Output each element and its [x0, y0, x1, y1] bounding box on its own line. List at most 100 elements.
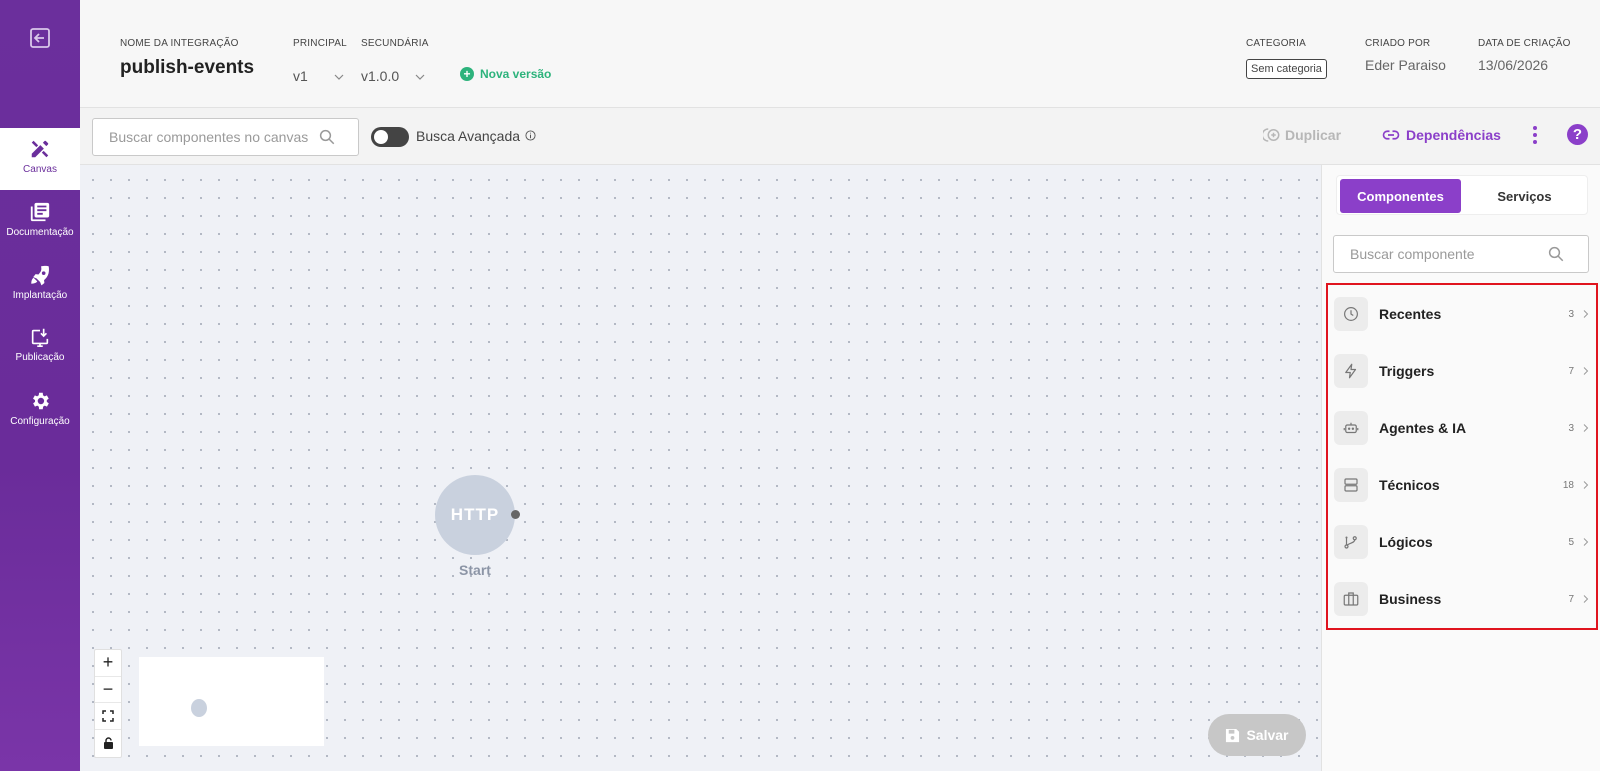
tab-componentes[interactable]: Componentes [1340, 179, 1461, 213]
git-branch-icon [1344, 536, 1357, 549]
sidebar-item-configuracao[interactable]: Configuração [0, 380, 80, 442]
integration-name: publish-events [120, 57, 255, 78]
dependencies-label: Dependências [1406, 127, 1501, 143]
category-name: Recentes [1379, 306, 1442, 322]
principal-version-select[interactable]: v1 [293, 68, 308, 84]
floppy-disk-icon [1226, 728, 1240, 742]
category-count: 5 [1568, 536, 1574, 548]
created-by-value: Eder Paraiso [1365, 57, 1446, 73]
category-count: 3 [1568, 422, 1574, 434]
category-badge[interactable]: Sem categoria [1246, 59, 1327, 79]
sidebar-item-publicacao[interactable]: Publicação [0, 316, 80, 378]
integration-header: NOME DA INTEGRAÇÃO publish-events PRINCI… [80, 0, 1600, 108]
dependencies-button[interactable]: Dependências [1382, 126, 1501, 144]
panel-tabs: Componentes Serviços [1336, 175, 1588, 215]
lock-button[interactable] [95, 730, 121, 757]
secondary-label: SECUNDÁRIA [361, 38, 429, 49]
search-icon[interactable] [1547, 245, 1565, 263]
created-by-label: CRIADO POR [1365, 38, 1431, 49]
rocket-icon [31, 265, 49, 286]
zoom-controls: + − [94, 649, 122, 758]
category-agentes-ia[interactable]: Agentes & IA 3 [1334, 408, 1590, 448]
category-list: Recentes 3 Triggers 7 Agentes & IA 3 Téc… [1326, 283, 1598, 630]
search-icon[interactable] [318, 128, 336, 146]
duplicate-label: Duplicar [1285, 127, 1342, 143]
minimap-node [191, 699, 207, 717]
node-caption: Start [459, 562, 491, 578]
minimap[interactable] [139, 657, 324, 746]
secondary-version-select[interactable]: v1.0.0 [361, 68, 399, 84]
category-count: 7 [1568, 365, 1574, 377]
gear-icon [33, 392, 49, 410]
publish-icon [31, 328, 49, 347]
new-version-label: Nova versão [480, 67, 552, 81]
sidebar: Canvas Documentação Implantação Publicaç… [0, 0, 80, 771]
category-tecnicos[interactable]: Técnicos 18 [1334, 465, 1590, 505]
exit-icon[interactable] [28, 26, 52, 50]
integration-name-label: NOME DA INTEGRAÇÃO [120, 38, 239, 49]
fit-view-icon [102, 710, 114, 722]
chevron-down-icon[interactable] [415, 72, 425, 82]
category-count: 7 [1568, 593, 1574, 605]
sidebar-item-documentacao[interactable]: Documentação [0, 191, 80, 253]
chevron-right-icon [1583, 538, 1589, 546]
zoom-out-button[interactable]: − [95, 677, 121, 703]
help-icon[interactable]: ? [1567, 124, 1588, 145]
fit-view-button[interactable] [95, 703, 121, 730]
save-button[interactable]: Salvar [1208, 714, 1306, 756]
lightning-icon [1345, 363, 1357, 379]
new-version-button[interactable]: + Nova versão [460, 67, 551, 81]
sidebar-item-label: Publicação [15, 352, 65, 363]
lock-icon [103, 737, 113, 749]
plus-circle-icon: + [460, 67, 474, 81]
info-icon[interactable] [525, 130, 536, 141]
server-icon [1344, 478, 1358, 492]
chevron-right-icon [1583, 424, 1589, 432]
sidebar-item-label: Configuração [10, 416, 70, 427]
category-name: Técnicos [1379, 477, 1440, 493]
canvas-toolbar: Busca Avançada Duplicar Dependências ? [80, 108, 1600, 165]
category-business[interactable]: Business 7 [1334, 579, 1590, 619]
component-search-box [1333, 235, 1589, 273]
chevron-right-icon [1583, 310, 1589, 318]
chevron-right-icon [1583, 595, 1589, 603]
more-options-icon[interactable] [1530, 125, 1540, 145]
duplicate-button[interactable]: Duplicar [1263, 126, 1341, 144]
category-recentes[interactable]: Recentes 3 [1334, 294, 1590, 334]
documentation-icon [30, 202, 50, 222]
node-output-handle[interactable] [511, 510, 520, 519]
canvas-search-input[interactable] [93, 119, 313, 155]
created-date-value: 13/06/2026 [1478, 57, 1549, 73]
chevron-down-icon[interactable] [334, 72, 344, 82]
http-start-node[interactable]: HTTP [435, 475, 515, 555]
clock-icon [1344, 307, 1358, 321]
category-label: CATEGORIA [1246, 38, 1306, 49]
sidebar-item-implantacao[interactable]: Implantação [0, 254, 80, 316]
chevron-right-icon [1583, 367, 1589, 375]
canvas-tools-icon [31, 140, 49, 158]
category-name: Triggers [1379, 363, 1435, 379]
category-count: 18 [1562, 479, 1574, 491]
link-icon [1382, 130, 1400, 140]
zoom-in-button[interactable]: + [95, 650, 121, 677]
save-label: Salvar [1246, 727, 1289, 743]
robot-icon [1343, 422, 1359, 434]
component-search-input[interactable] [1334, 236, 1544, 272]
category-name: Business [1379, 591, 1442, 607]
sidebar-item-label: Documentação [6, 227, 74, 238]
principal-label: PRINCIPAL [293, 38, 347, 49]
category-triggers[interactable]: Triggers 7 [1334, 351, 1590, 391]
sidebar-item-canvas[interactable]: Canvas [0, 128, 80, 190]
chevron-right-icon [1583, 481, 1589, 489]
created-date-label: DATA DE CRIAÇÃO [1478, 38, 1571, 49]
canvas-search-box [92, 118, 359, 156]
category-count: 3 [1568, 308, 1574, 320]
sidebar-item-label: Canvas [23, 164, 57, 175]
tab-servicos[interactable]: Serviços [1464, 179, 1585, 213]
category-name: Lógicos [1379, 534, 1433, 550]
category-logicos[interactable]: Lógicos 5 [1334, 522, 1590, 562]
advanced-search-label: Busca Avançada [416, 128, 521, 144]
duplicate-icon [1263, 128, 1280, 142]
advanced-search-toggle[interactable] [371, 127, 409, 147]
integration-canvas[interactable]: HTTP Start + − Salvar [80, 165, 1321, 771]
